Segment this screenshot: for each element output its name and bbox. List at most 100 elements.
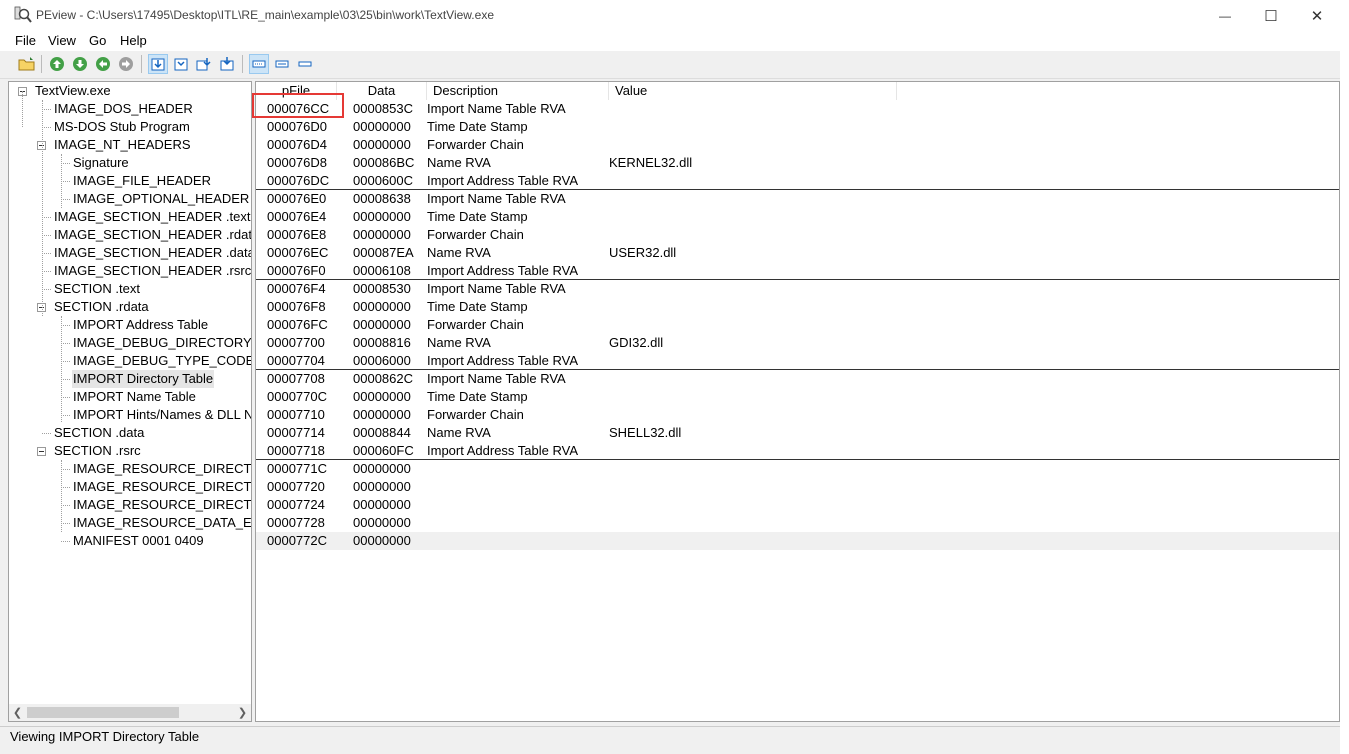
table-row[interactable]: 000076FC 00000000 Forwarder Chain bbox=[256, 316, 1339, 334]
tree-item[interactable]: TextView.exe bbox=[9, 82, 249, 100]
table-row[interactable]: 000076D0 00000000 Time Date Stamp bbox=[256, 118, 1339, 136]
column-header-data[interactable]: Data bbox=[337, 82, 427, 100]
tree-item[interactable]: IMAGE_DEBUG_DIRECTORY bbox=[9, 334, 251, 352]
table-row[interactable]: 00007724 00000000 bbox=[256, 496, 1339, 514]
table-row[interactable]: 0000770C 00000000 Time Date Stamp bbox=[256, 388, 1339, 406]
tree-item[interactable]: IMPORT Directory Table bbox=[9, 370, 249, 388]
view-hex-byte-icon[interactable] bbox=[148, 54, 168, 74]
maximize-button[interactable]: ☐ bbox=[1248, 0, 1294, 31]
tree-item[interactable]: SECTION .rsrc bbox=[9, 442, 249, 460]
view-hex-dword-icon[interactable] bbox=[194, 54, 214, 74]
background-window-edge bbox=[1340, 0, 1349, 754]
tree-connector bbox=[61, 505, 70, 506]
go-back-icon[interactable] bbox=[93, 54, 113, 74]
tree-item[interactable]: IMPORT Name Table bbox=[9, 388, 249, 406]
open-folder-icon[interactable] bbox=[17, 54, 37, 74]
table-row[interactable]: 000076E4 00000000 Time Date Stamp bbox=[256, 208, 1339, 226]
tree-item[interactable]: IMAGE_FILE_HEADER bbox=[9, 172, 249, 190]
menu-help[interactable]: Help bbox=[120, 33, 147, 48]
tree-item[interactable]: IMAGE_SECTION_HEADER .rdata bbox=[9, 226, 251, 244]
tree-horizontal-scrollbar[interactable]: ❮ ❯ bbox=[9, 704, 251, 721]
tree-view[interactable]: TextView.exe IMAGE_DOS_HEADER MS-DOS Stub … bbox=[8, 81, 252, 722]
table-row[interactable]: 000076F8 00000000 Time Date Stamp bbox=[256, 298, 1339, 316]
table-row[interactable]: 000076D4 00000000 Forwarder Chain bbox=[256, 136, 1339, 154]
table-row[interactable]: 0000771C 00000000 bbox=[256, 460, 1339, 478]
table-row[interactable]: 000076DC 0000600C Import Address Table RVA bbox=[256, 172, 1339, 190]
cell-pfile: 0000771C bbox=[267, 461, 327, 476]
table-row[interactable]: 000076E0 00008638 Import Name Table RVA bbox=[256, 190, 1339, 208]
go-forward-icon[interactable] bbox=[116, 54, 136, 74]
menu-view[interactable]: View bbox=[48, 33, 76, 48]
tree-item[interactable]: IMAGE_SECTION_HEADER .rsrc bbox=[9, 262, 251, 280]
tree-item[interactable]: IMPORT Address Table bbox=[9, 316, 249, 334]
tree-item[interactable]: SECTION .rdata bbox=[9, 298, 249, 316]
scroll-thumb[interactable] bbox=[27, 707, 179, 718]
view-hex-qword-icon[interactable] bbox=[217, 54, 237, 74]
view-list-icon[interactable] bbox=[249, 54, 269, 74]
table-row[interactable]: 00007720 00000000 bbox=[256, 478, 1339, 496]
tree-item[interactable]: IMAGE_RESOURCE_DIRECTORY Type bbox=[9, 460, 251, 478]
tree-item[interactable]: IMPORT Hints/Names & DLL Names bbox=[9, 406, 251, 424]
table-row[interactable]: 0000772C 00000000 bbox=[256, 532, 1339, 550]
view-small-icon[interactable] bbox=[272, 54, 292, 74]
tree-item[interactable]: MANIFEST 0001 0409 bbox=[9, 532, 249, 550]
table-row[interactable]: 000076D8 000086BC Name RVA KERNEL32.dll bbox=[256, 154, 1339, 172]
tree-item[interactable]: Signature bbox=[9, 154, 249, 172]
table-row[interactable]: 00007704 00006000 Import Address Table RVA bbox=[256, 352, 1339, 370]
tree-item[interactable]: SECTION .text bbox=[9, 280, 249, 298]
cell-pfile: 00007708 bbox=[267, 371, 325, 386]
view-details-icon[interactable] bbox=[295, 54, 315, 74]
cell-data: 000087EA bbox=[353, 245, 414, 260]
cell-pfile: 000076E4 bbox=[267, 209, 327, 224]
scroll-left-icon[interactable]: ❮ bbox=[9, 704, 26, 721]
table-row[interactable]: 000076EC 000087EA Name RVA USER32.dll bbox=[256, 244, 1339, 262]
table-row[interactable]: 000076F0 00006108 Import Address Table RVA bbox=[256, 262, 1339, 280]
cell-description: Forwarder Chain bbox=[427, 227, 524, 242]
cell-data: 0000600C bbox=[353, 173, 413, 188]
cell-data: 000086BC bbox=[353, 155, 415, 170]
table-row[interactable]: 00007728 00000000 bbox=[256, 514, 1339, 532]
close-button[interactable]: ✕ bbox=[1294, 0, 1340, 31]
table-row[interactable]: 000076E8 00000000 Forwarder Chain bbox=[256, 226, 1339, 244]
tree-item-label: SECTION .data bbox=[54, 425, 145, 440]
cell-pfile: 000076E0 bbox=[267, 191, 327, 206]
table-row[interactable]: 00007718 000060FC Import Address Table RVA bbox=[256, 442, 1339, 460]
tree-item[interactable]: IMAGE_RESOURCE_DIRECTORY NameID bbox=[9, 478, 251, 496]
column-header-description[interactable]: Description bbox=[427, 82, 609, 100]
menu-go[interactable]: Go bbox=[89, 33, 106, 48]
tree-item-label: IMPORT Hints/Names & DLL Names bbox=[73, 407, 251, 422]
tree-item[interactable]: IMAGE_DEBUG_TYPE_CODEVIEW bbox=[9, 352, 251, 370]
tree-item[interactable]: IMAGE_SECTION_HEADER .data bbox=[9, 244, 251, 262]
table-row[interactable]: 00007700 00008816 Name RVA GDI32.dll bbox=[256, 334, 1339, 352]
tree-item[interactable]: IMAGE_SECTION_HEADER .text bbox=[9, 208, 251, 226]
collapse-icon[interactable] bbox=[37, 447, 46, 456]
column-header-value[interactable]: Value bbox=[609, 82, 897, 100]
tree-item[interactable]: IMAGE_OPTIONAL_HEADER bbox=[9, 190, 249, 208]
tree-item[interactable]: IMAGE_RESOURCE_DATA_ENTRY bbox=[9, 514, 251, 532]
minimize-button[interactable]: — bbox=[1202, 0, 1248, 31]
detail-list-view[interactable]: pFile Data Description Value 000076CC 000… bbox=[255, 81, 1340, 722]
import-entry-separator bbox=[256, 369, 1339, 370]
tree-item[interactable]: SECTION .data bbox=[9, 424, 249, 442]
scroll-right-icon[interactable]: ❯ bbox=[234, 704, 251, 721]
table-row[interactable]: 000076CC 0000853C Import Name Table RVA bbox=[256, 100, 1339, 118]
import-entry-separator bbox=[256, 459, 1339, 460]
table-row[interactable]: 00007714 00008844 Name RVA SHELL32.dll bbox=[256, 424, 1339, 442]
go-up-icon[interactable] bbox=[47, 54, 67, 74]
view-hex-word-icon[interactable] bbox=[171, 54, 191, 74]
cell-description: Import Name Table RVA bbox=[427, 101, 566, 116]
table-row[interactable]: 00007710 00000000 Forwarder Chain bbox=[256, 406, 1339, 424]
tree-item[interactable]: IMAGE_DOS_HEADER bbox=[9, 100, 249, 118]
tree-item-label: SECTION .rdata bbox=[54, 299, 149, 314]
cell-data: 00000000 bbox=[353, 209, 411, 224]
tree-item[interactable]: IMAGE_RESOURCE_DIRECTORY Language bbox=[9, 496, 251, 514]
menu-file[interactable]: File bbox=[15, 33, 36, 48]
maximize-icon: ☐ bbox=[1264, 7, 1278, 25]
tree-item[interactable]: MS-DOS Stub Program bbox=[9, 118, 249, 136]
tree-item-label: SECTION .text bbox=[54, 281, 140, 296]
tree-connector bbox=[61, 325, 70, 326]
table-row[interactable]: 00007708 0000862C Import Name Table RVA bbox=[256, 370, 1339, 388]
table-row[interactable]: 000076F4 00008530 Import Name Table RVA bbox=[256, 280, 1339, 298]
go-down-icon[interactable] bbox=[70, 54, 90, 74]
tree-item[interactable]: IMAGE_NT_HEADERS bbox=[9, 136, 249, 154]
